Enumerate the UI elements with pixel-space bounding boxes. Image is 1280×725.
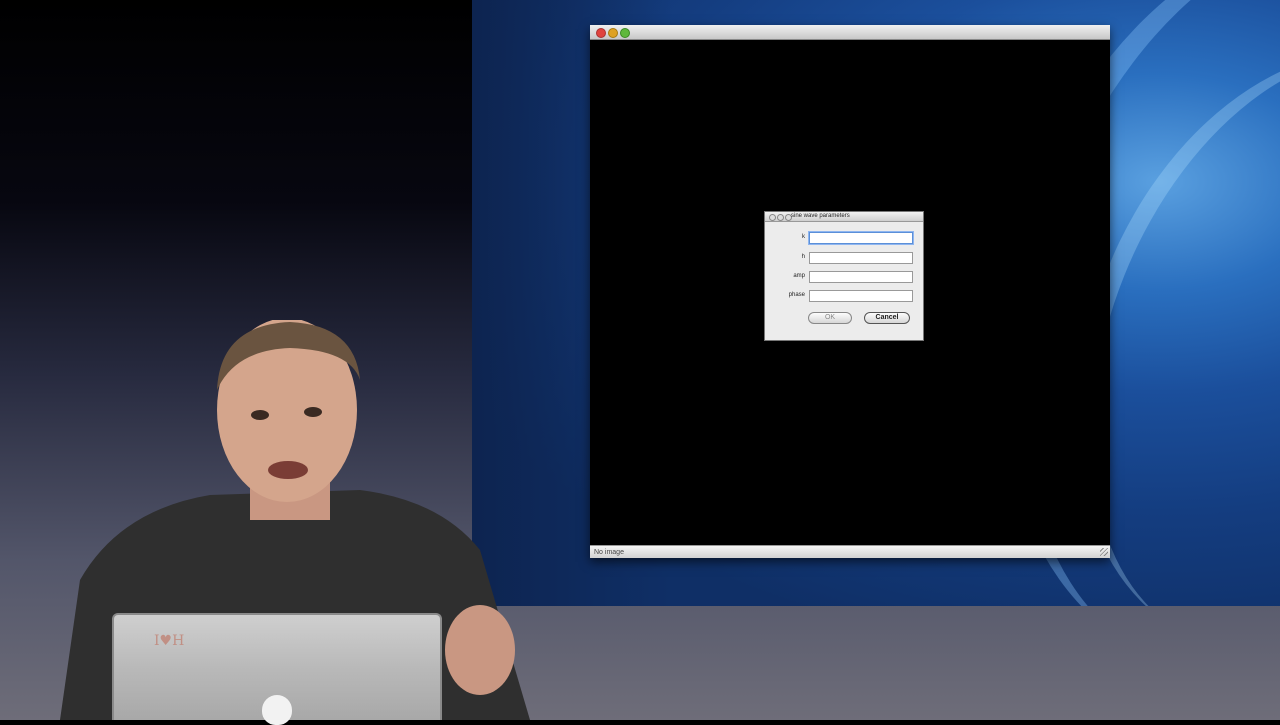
- minimize-icon[interactable]: [608, 28, 618, 38]
- apple-logo-icon: [262, 695, 292, 725]
- presenter-eye: [304, 407, 322, 417]
- laptop: I♥H: [112, 613, 442, 725]
- field-row-phase: phase: [765, 290, 923, 304]
- presenter-eye: [251, 410, 269, 420]
- zoom-icon[interactable]: [620, 28, 630, 38]
- status-text: No image: [594, 549, 624, 556]
- field-label-phase: phase: [788, 292, 805, 298]
- dialog-close-icon[interactable]: [769, 214, 776, 221]
- laptop-sticker: I♥H: [154, 633, 185, 649]
- field-label-amp: amp: [793, 273, 805, 279]
- dialog-minimize-icon[interactable]: [777, 214, 784, 221]
- field-label-k: k: [802, 234, 805, 240]
- resize-grip-icon[interactable]: [1100, 548, 1108, 556]
- dialog-title: sine wave parameters: [791, 213, 850, 219]
- amp-input[interactable]: [809, 271, 913, 283]
- h-input[interactable]: [809, 252, 913, 264]
- window-titlebar[interactable]: [590, 25, 1110, 40]
- presenter-mouth: [268, 461, 308, 479]
- field-row-h: h: [765, 252, 923, 266]
- presenter-hand: [445, 605, 515, 695]
- dialog-titlebar[interactable]: sine wave parameters: [765, 212, 923, 222]
- status-bar: No image: [590, 545, 1110, 558]
- close-icon[interactable]: [596, 28, 606, 38]
- field-row-amp: amp: [765, 271, 923, 285]
- cancel-button[interactable]: Cancel: [864, 312, 910, 324]
- field-row-k: k: [765, 232, 923, 246]
- phase-input[interactable]: [809, 290, 913, 302]
- ok-button[interactable]: OK: [808, 312, 852, 324]
- k-input[interactable]: [809, 232, 913, 244]
- sine-wave-dialog: sine wave parameters k h amp phase OK Ca…: [764, 211, 924, 341]
- field-label-h: h: [801, 254, 805, 260]
